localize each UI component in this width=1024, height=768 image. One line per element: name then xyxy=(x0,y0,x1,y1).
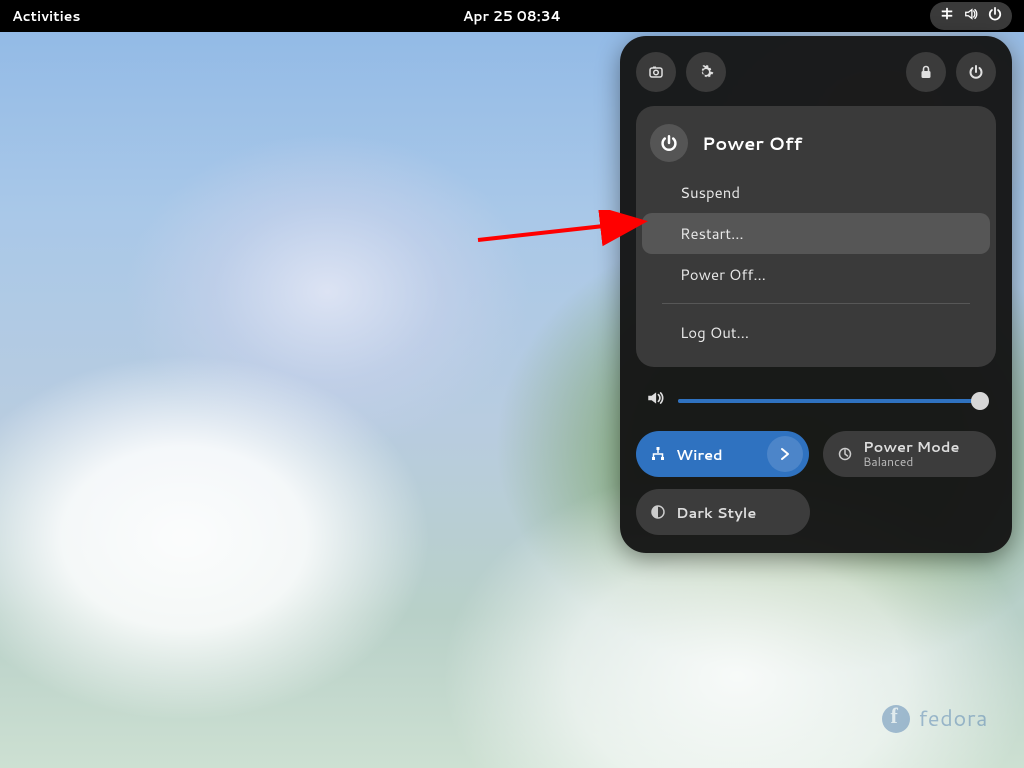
power-off-title: Power Off xyxy=(702,130,802,156)
power-mode-sublabel: Balanced xyxy=(863,455,959,469)
activities-button[interactable]: Activities xyxy=(12,6,80,26)
volume-icon xyxy=(964,6,978,26)
wired-toggle[interactable]: Wired xyxy=(636,431,809,477)
top-bar: Activities Apr 25 08:34 xyxy=(0,0,1024,32)
quick-toggles-row-1: Wired Power Mode Balanced xyxy=(636,431,996,477)
quick-toggles-row-2: Dark Style xyxy=(636,489,996,535)
settings-button[interactable] xyxy=(686,52,726,92)
panel-top-row xyxy=(636,52,996,92)
volume-thumb[interactable] xyxy=(971,392,989,410)
log-out-item[interactable]: Log Out… xyxy=(636,312,996,353)
power-off-item[interactable]: Power Off… xyxy=(636,254,996,295)
volume-fill xyxy=(678,399,980,403)
fedora-watermark: fedora xyxy=(882,703,988,734)
power-off-header: Power Off xyxy=(636,116,996,172)
restart-item[interactable]: Restart… xyxy=(642,213,990,254)
wired-label: Wired xyxy=(676,444,723,465)
dark-style-toggle[interactable]: Dark Style xyxy=(636,489,810,535)
dark-style-label: Dark Style xyxy=(676,502,756,523)
lock-button[interactable] xyxy=(906,52,946,92)
power-icon xyxy=(988,6,1002,26)
power-off-card: Power Off Suspend Restart… Power Off… Lo… xyxy=(636,106,996,367)
screenshot-button[interactable] xyxy=(636,52,676,92)
volume-row xyxy=(636,367,996,431)
suspend-item[interactable]: Suspend xyxy=(636,172,996,213)
clock[interactable]: Apr 25 08:34 xyxy=(463,6,561,26)
wired-arrow[interactable] xyxy=(767,436,803,472)
menu-separator xyxy=(662,303,970,304)
system-menu-panel: Power Off Suspend Restart… Power Off… Lo… xyxy=(620,36,1012,553)
power-mode-toggle[interactable]: Power Mode Balanced xyxy=(823,431,996,477)
power-button[interactable] xyxy=(956,52,996,92)
volume-icon xyxy=(646,389,664,413)
volume-slider[interactable] xyxy=(678,399,986,403)
power-icon xyxy=(650,124,688,162)
network-icon xyxy=(940,6,954,26)
fedora-wordmark: fedora xyxy=(918,703,988,734)
status-area[interactable] xyxy=(930,2,1012,30)
fedora-logo-icon xyxy=(882,705,910,733)
